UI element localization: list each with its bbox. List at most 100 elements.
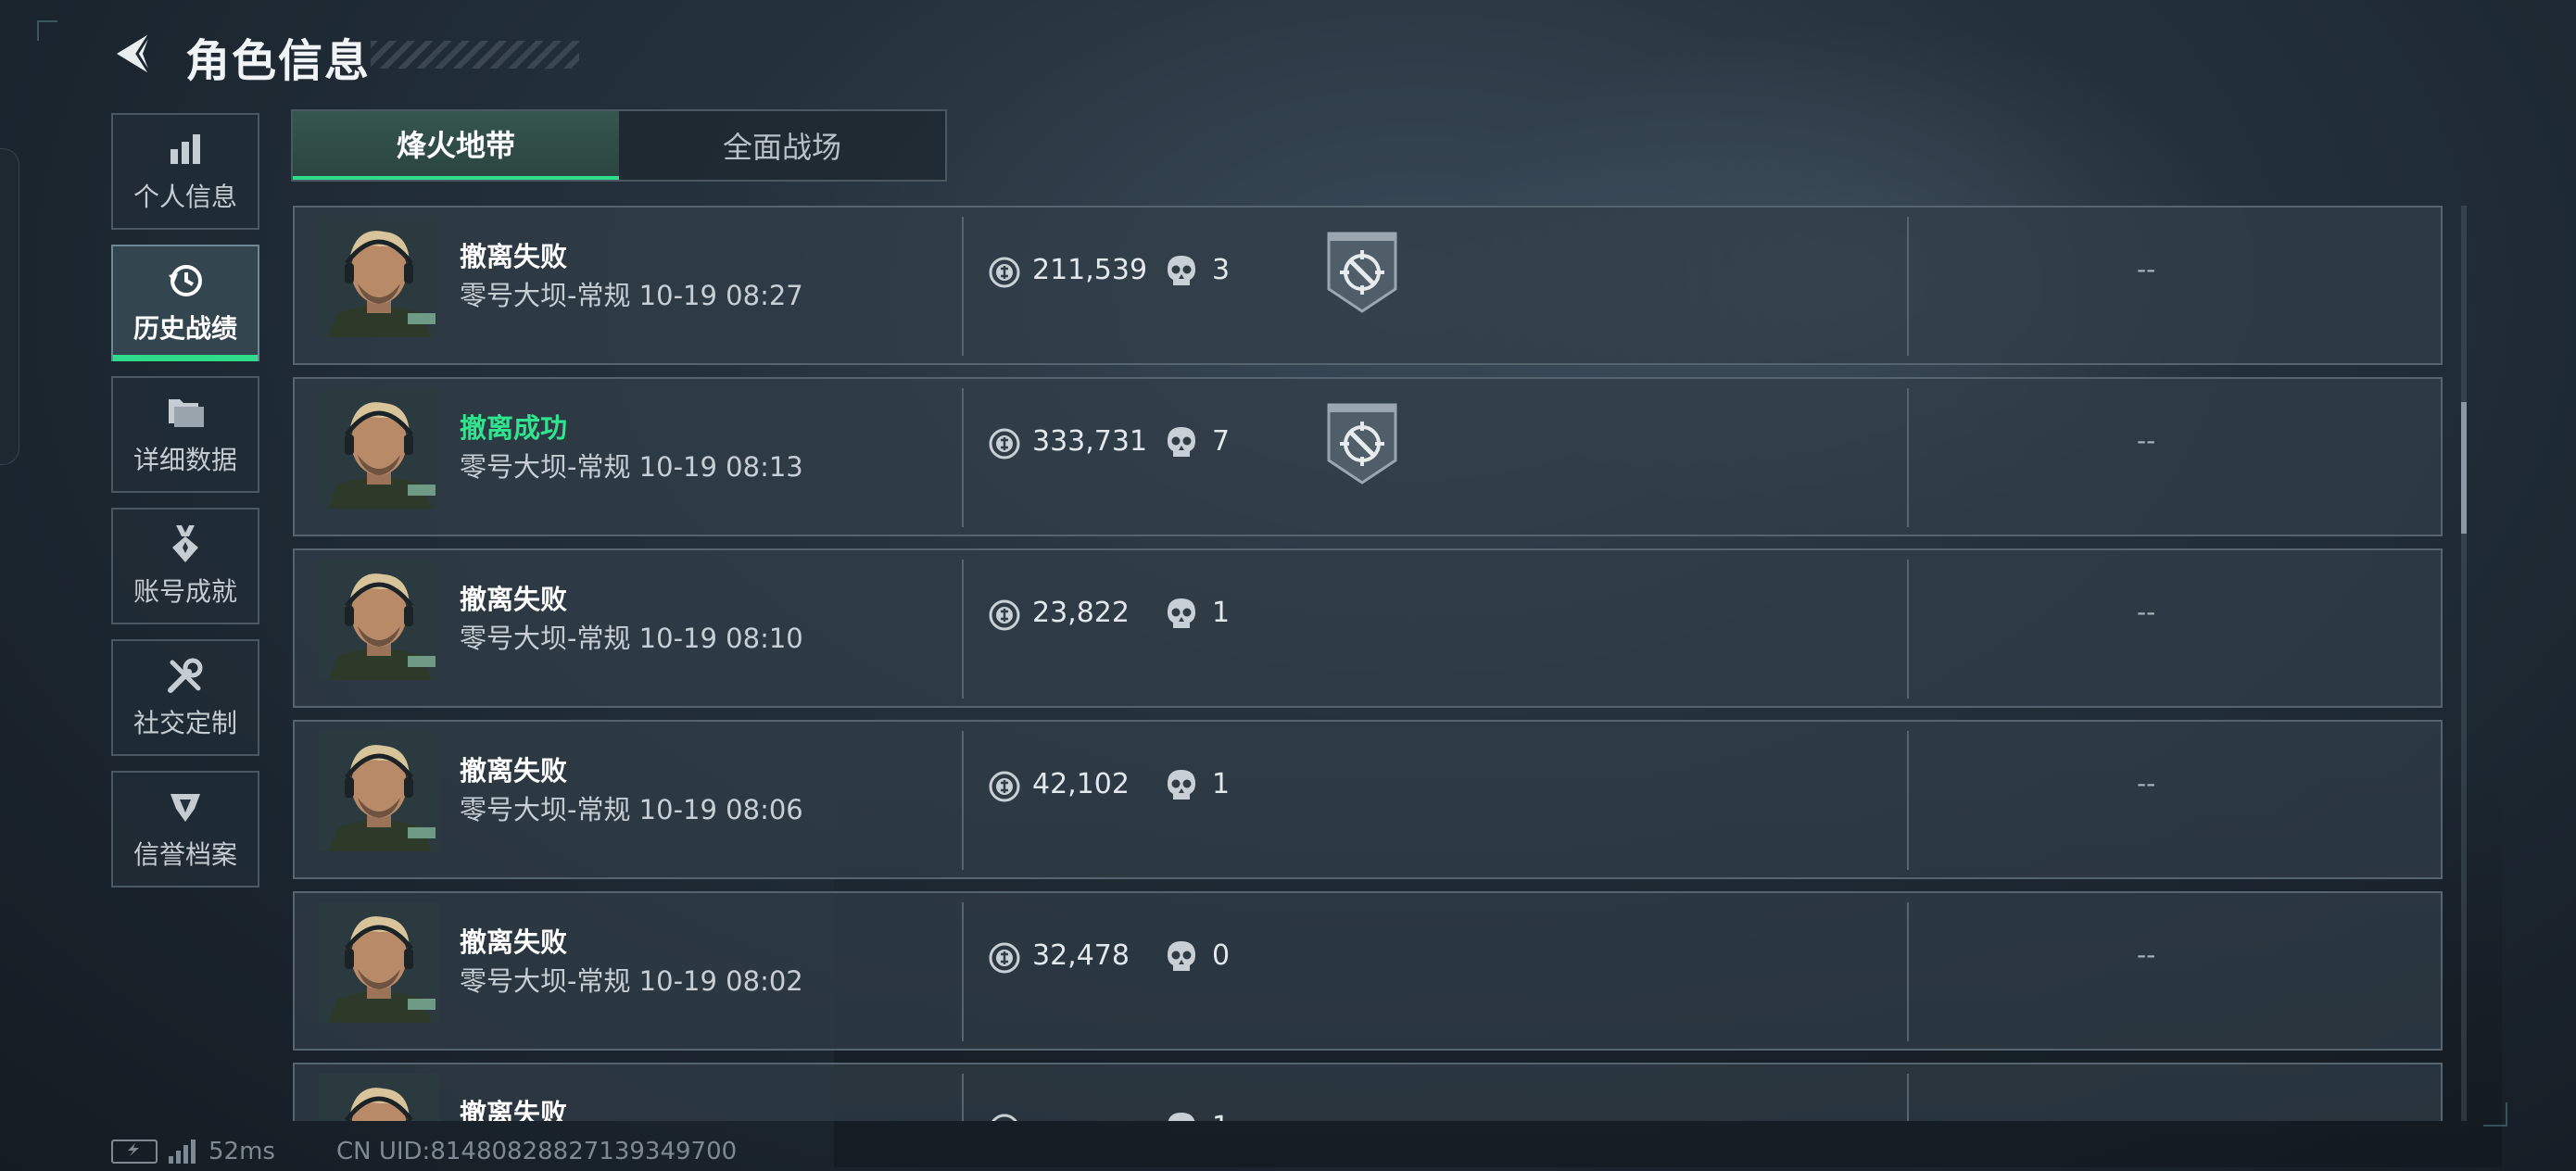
skull-kills-icon: [1168, 941, 1195, 971]
column-divider: [962, 1074, 964, 1121]
extra-info: --: [2137, 254, 2156, 284]
sidebar-item-label: 社交定制: [133, 708, 237, 738]
status-footer: 52ms CN UID:814808288271393497​00: [111, 1138, 737, 1165]
mode-tab-bar: 烽火地带 全面战场: [291, 109, 947, 182]
map-mode-time: 零号大坝-常规 10-19 08:10: [460, 623, 803, 654]
crosshair-shield-badge-icon: [1327, 403, 1397, 485]
column-divider: [1907, 388, 1909, 527]
operator-avatar: [319, 902, 439, 1023]
extraction-result: 撤离成功: [460, 412, 568, 444]
hafcoin-icon: [989, 599, 1020, 631]
column-divider: [962, 388, 964, 527]
extraction-result: 撤离失败: [460, 926, 568, 958]
kill-count: 0: [1212, 939, 1231, 972]
extraction-result: 撤离失败: [460, 241, 568, 272]
extra-info: --: [2137, 768, 2156, 799]
loot-value: 211,539: [1032, 254, 1148, 286]
operator-avatar: [319, 560, 439, 680]
match-record-row[interactable]: 撤离失败 零号大坝-常规 10-19 08:27 211,539 3 --: [293, 206, 2443, 365]
map-mode-time: 零号大坝-常规 10-19 08:06: [460, 794, 803, 825]
operator-avatar: [319, 388, 439, 509]
column-divider: [962, 731, 964, 870]
skull-kills-icon: [1168, 598, 1195, 628]
sidebar-item-label: 账号成就: [133, 576, 237, 607]
sidebar-item-label: 历史战绩: [133, 313, 237, 344]
map-mode-time: 零号大坝-常规 10-19 08:27: [460, 280, 803, 311]
match-record-row[interactable]: 撤离失败 1: [293, 1063, 2443, 1121]
extra-info: --: [2137, 597, 2156, 627]
hafcoin-icon: [989, 257, 1020, 288]
loot-value: 333,731: [1032, 425, 1148, 458]
operator-avatar: [319, 731, 439, 851]
back-button[interactable]: [109, 28, 161, 80]
match-record-row[interactable]: 撤离失败 零号大坝-常规 10-19 08:06 42,102 1 --: [293, 720, 2443, 879]
extra-info: --: [2137, 425, 2156, 456]
kill-count: 1: [1212, 597, 1231, 629]
loot-value: 23,822: [1032, 597, 1130, 629]
wrench-icon: [165, 655, 206, 696]
sidebar-item-social-custom[interactable]: 社交定制: [111, 639, 259, 756]
tab-hazard-zone[interactable]: 烽火地带: [293, 111, 619, 180]
operator-avatar: [319, 217, 439, 337]
extraction-result: 撤离失败: [460, 1098, 568, 1121]
corner-decoration: [2483, 1102, 2507, 1127]
column-divider: [1907, 217, 1909, 356]
sidebar-item-detailed-data[interactable]: 详细数据: [111, 376, 259, 493]
extra-info: --: [2137, 939, 2156, 970]
sidebar-item-label: 个人信息: [133, 182, 237, 212]
sidebar-item-label: 详细数据: [133, 445, 237, 475]
sidebar-item-achievements[interactable]: 账号成就: [111, 508, 259, 624]
crosshair-shield-badge-icon: [1327, 232, 1397, 313]
list-scrollbar[interactable]: [2461, 206, 2467, 1121]
extraction-result: 撤离失败: [460, 584, 568, 615]
column-divider: [1907, 902, 1909, 1041]
skull-kills-icon: [1168, 427, 1195, 457]
column-divider: [1907, 731, 1909, 870]
title-stripes-decoration: [371, 41, 579, 69]
scrollbar-thumb[interactable]: [2461, 402, 2467, 534]
history-clock-icon: [165, 260, 206, 301]
hafcoin-icon: [991, 1114, 1017, 1121]
screen-edge-decoration: [0, 148, 19, 465]
folder-icon: [165, 392, 206, 433]
extraction-result: 撤离失败: [460, 755, 568, 787]
back-arrow-icon: [117, 32, 152, 75]
operator-avatar: [319, 1074, 439, 1121]
sidebar-item-credit-record[interactable]: 信誉档案: [111, 771, 259, 888]
kill-count: 1: [1212, 768, 1231, 800]
skull-kills-icon: [1168, 770, 1195, 800]
column-divider: [1907, 1074, 1909, 1121]
map-mode-time: 零号大坝-常规 10-19 08:13: [460, 451, 803, 483]
loot-value: 42,102: [1032, 768, 1130, 800]
column-divider: [962, 902, 964, 1041]
medal-icon: [165, 523, 206, 564]
kill-count: 1: [1212, 1111, 1230, 1121]
match-record-row[interactable]: 撤离失败 零号大坝-常规 10-19 08:10 23,822 1 --: [293, 548, 2443, 708]
column-divider: [1907, 560, 1909, 699]
skull-kills-icon: [1168, 1113, 1195, 1121]
match-record-row[interactable]: 撤离成功 零号大坝-常规 10-19 08:13 333,731 7 --: [293, 377, 2443, 536]
match-history-list: 撤离失败 零号大坝-常规 10-19 08:27 211,539 3 -- 撤离…: [293, 206, 2443, 1121]
battery-icon: [111, 1140, 158, 1164]
hafcoin-icon: [989, 942, 1020, 974]
sidebar-item-label: 信誉档案: [133, 839, 237, 870]
tab-full-battlefield[interactable]: 全面战场: [619, 111, 945, 180]
kill-count: 7: [1212, 425, 1231, 458]
bar-chart-icon: [165, 129, 206, 170]
user-uid: CN UID:814808288271393497​00: [335, 1138, 738, 1165]
hafcoin-icon: [989, 771, 1020, 802]
map-mode-time: 零号大坝-常规 10-19 08:02: [460, 965, 803, 997]
page-title: 角色信息: [185, 35, 372, 87]
shield-emblem-icon: [165, 787, 206, 827]
column-divider: [962, 560, 964, 699]
match-record-row[interactable]: 撤离失败 零号大坝-常规 10-19 08:02 32,478 0 --: [293, 891, 2443, 1051]
signal-strength-icon: [169, 1140, 196, 1164]
loot-value: 32,478: [1032, 939, 1130, 972]
sidebar-item-personal-info[interactable]: 个人信息: [111, 113, 259, 230]
sidebar-item-match-history[interactable]: 历史战绩: [111, 245, 259, 361]
ping-readout: 52ms: [208, 1138, 275, 1165]
column-divider: [962, 217, 964, 356]
hafcoin-icon: [989, 428, 1020, 460]
kill-count: 3: [1212, 254, 1231, 286]
corner-decoration: [37, 20, 57, 41]
